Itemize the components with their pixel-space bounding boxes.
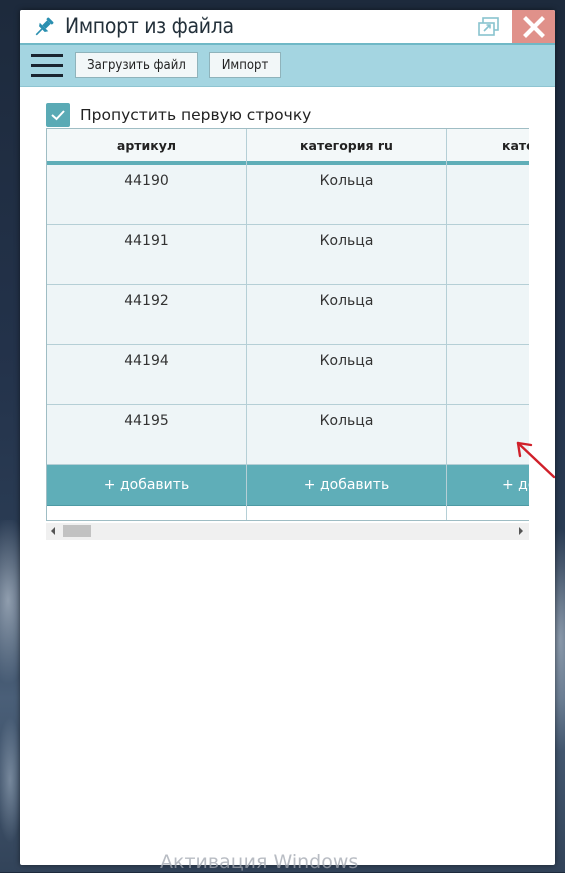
skip-first-row-option[interactable]: Пропустить первую строчку [46,102,311,128]
annotation-arrow [516,441,555,479]
toolbar: Загрузить файл Импорт [20,43,555,87]
add-row-button[interactable]: + добавить [47,465,246,506]
grid-column: категория ru Кольца Кольца Кольца Кольца… [247,129,447,520]
grid-cell[interactable] [447,165,529,225]
grid-cell[interactable] [447,345,529,405]
horizontal-scrollbar[interactable] [46,523,529,540]
column-header[interactable]: категория ru [247,129,446,165]
popout-icon[interactable] [478,17,500,37]
grid-cell[interactable]: Кольца [247,165,446,225]
title-bar: Импорт из файла [20,10,555,43]
grid-cell[interactable]: 44195 [47,405,246,465]
import-button[interactable]: Импорт [209,52,281,78]
column-header[interactable]: артикул [47,129,246,165]
grid-cell[interactable]: Кольца [247,225,446,285]
windows-activation-watermark: Активация Windows [160,851,359,873]
add-row-button[interactable]: + добавить [247,465,446,506]
import-dialog: Импорт из файла Загрузить файл Импорт Пр… [20,10,555,865]
window-title: Импорт из файла [65,14,234,38]
grid-cell[interactable]: 44190 [47,165,246,225]
hamburger-icon[interactable] [31,54,63,78]
checkmark-icon [51,110,65,121]
scroll-left-icon[interactable] [51,527,55,535]
grid-cell[interactable]: Кольца [247,285,446,345]
grid-cell[interactable]: Кольца [247,405,446,465]
grid-column: артикул 44190 44191 44192 44194 44195 + … [47,129,247,520]
scroll-right-icon[interactable] [519,527,523,535]
import-data-grid: артикул 44190 44191 44192 44194 44195 + … [46,128,529,521]
grid-cell[interactable]: 44194 [47,345,246,405]
close-icon [522,15,545,38]
upload-file-button[interactable]: Загрузить файл [75,52,198,78]
scroll-thumb[interactable] [63,525,91,537]
column-header[interactable]: кате [447,129,529,165]
grid-cell[interactable]: 44192 [47,285,246,345]
grid-cell[interactable]: 44191 [47,225,246,285]
pin-icon[interactable] [32,15,56,39]
skip-first-row-checkbox[interactable] [46,103,70,127]
close-button[interactable] [512,10,555,43]
grid-cell[interactable]: Кольца [247,345,446,405]
skip-first-row-label: Пропустить первую строчку [80,106,312,124]
grid-cell[interactable] [447,285,529,345]
grid-cell[interactable] [447,225,529,285]
